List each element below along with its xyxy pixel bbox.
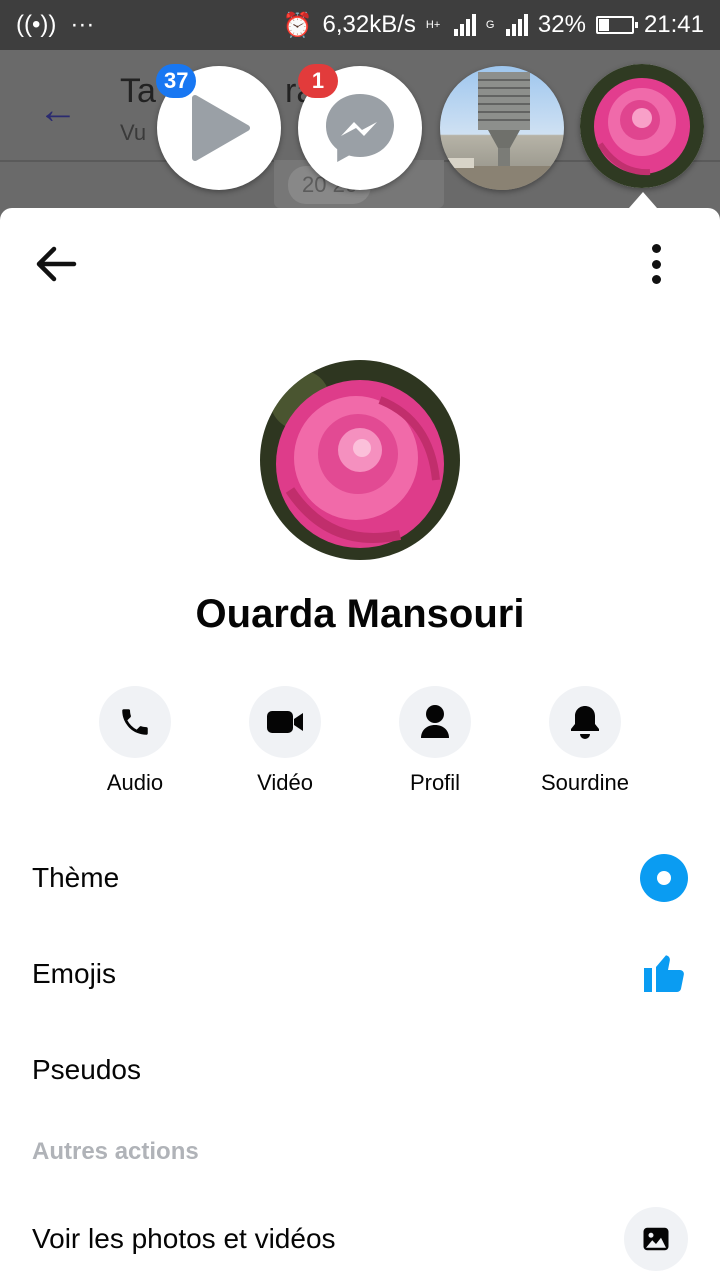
nicknames-row[interactable]: Pseudos [32, 1035, 688, 1105]
building-image [440, 72, 564, 190]
other-actions-header: Autres actions [32, 1138, 199, 1165]
person-icon [421, 705, 449, 738]
messenger-unread-badge: 1 [298, 64, 338, 98]
phone-icon [122, 709, 148, 735]
signal-sim1-icon [453, 14, 476, 36]
audio-call-button[interactable]: Audio [60, 686, 210, 796]
bell-icon [571, 706, 599, 739]
signal-sim2-icon [505, 14, 528, 36]
image-icon [643, 1227, 669, 1251]
view-media-label: Voir les photos et vidéos [32, 1223, 336, 1254]
thumbs-up-icon [640, 948, 688, 1001]
network-speed: 6,32kB/s [322, 11, 416, 38]
more-options-button[interactable] [640, 240, 672, 288]
battery-percent: 32% [537, 11, 586, 38]
nicknames-label: Pseudos [32, 1054, 141, 1085]
back-arrow-icon [36, 246, 77, 282]
view-media-row[interactable]: Voir les photos et vidéos [32, 1204, 688, 1274]
status-bar: ((•)) ··· ⏰ 6,32kB/s H+ G 32% 21:41 [0, 0, 720, 50]
quick-actions: Audio Vidéo Profil Sourdine [60, 686, 660, 806]
theme-label: Thème [32, 862, 120, 893]
sim2-network-type: G [485, 19, 495, 31]
sim1-network-type: H+ [425, 19, 441, 31]
profile-button[interactable]: Profil [360, 686, 510, 796]
battery-icon [595, 16, 638, 34]
emojis-row[interactable]: Emojis [32, 939, 688, 1009]
video-label: Vidéo [257, 770, 313, 795]
audio-label: Audio [106, 770, 164, 795]
mute-button[interactable]: Sourdine [510, 686, 660, 796]
chat-head-building-photo[interactable] [440, 66, 564, 190]
video-camera-icon [267, 711, 303, 733]
more-notifications-icon: ··· [70, 11, 95, 38]
profile-avatar[interactable] [260, 360, 460, 560]
chat-head-rose-avatar[interactable] [580, 64, 704, 188]
view-media-button[interactable] [624, 1207, 688, 1271]
rose-image [580, 64, 704, 188]
chat-heads-bar [0, 50, 720, 210]
play-unread-badge: 37 [156, 64, 197, 98]
conversation-details-sheet: Ouarda Mansouri Audio Vidéo Profil Sourd… [0, 208, 720, 1280]
video-call-button[interactable]: Vidéo [210, 686, 360, 796]
profile-name: Ouarda Mansouri [195, 592, 525, 636]
selected-head-pointer [629, 192, 657, 208]
hotspot-icon: ((•)) [16, 11, 57, 38]
theme-row[interactable]: Thème [32, 843, 688, 913]
alarm-icon: ⏰ [282, 11, 313, 39]
theme-color-icon [640, 854, 688, 902]
rose-image [260, 360, 460, 560]
clock: 21:41 [643, 11, 704, 38]
profile-label: Profil [409, 770, 461, 795]
more-vertical-icon [651, 244, 661, 253]
back-button[interactable] [34, 244, 78, 284]
battery-fill [598, 19, 609, 31]
mute-label: Sourdine [540, 770, 630, 795]
emojis-label: Emojis [32, 958, 117, 989]
